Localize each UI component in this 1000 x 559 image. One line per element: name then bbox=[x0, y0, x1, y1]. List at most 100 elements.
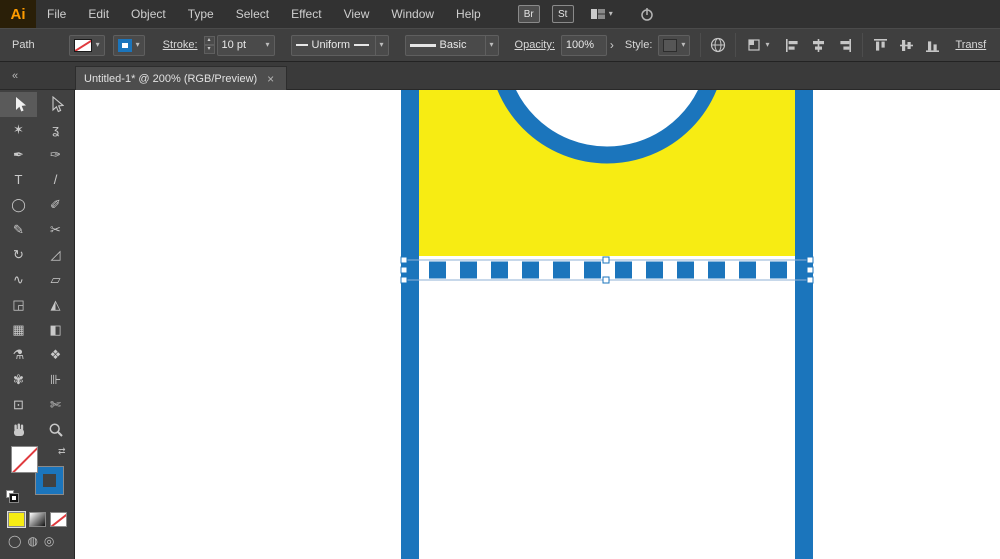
chevron-down-icon: ▾ bbox=[380, 41, 384, 49]
style-swatch bbox=[663, 39, 677, 52]
brush-stroke-icon bbox=[410, 44, 436, 47]
align-horizontal-right-button[interactable] bbox=[836, 37, 853, 54]
swap-fill-stroke-icon[interactable]: ⇄ bbox=[58, 446, 66, 457]
handle-top-center[interactable] bbox=[603, 257, 609, 263]
selection-type-label: Path bbox=[12, 39, 35, 51]
color-button[interactable] bbox=[8, 512, 25, 527]
align-vertical-top-button[interactable] bbox=[872, 37, 889, 54]
fill-proxy-swatch[interactable] bbox=[11, 446, 38, 473]
stroke-panel-link[interactable]: Stroke: bbox=[163, 39, 198, 51]
handle-bottom-center[interactable] bbox=[603, 277, 609, 283]
step-down-icon[interactable]: ▾ bbox=[204, 45, 215, 54]
align-horizontal-left-button[interactable] bbox=[784, 37, 801, 54]
collapse-panels-button[interactable]: « bbox=[4, 67, 26, 84]
bridge-button[interactable]: Br bbox=[518, 5, 540, 23]
scissors-tool[interactable]: ✂ bbox=[37, 217, 74, 242]
handle-mid-left[interactable] bbox=[401, 267, 407, 273]
right-blue-bar-shape[interactable] bbox=[795, 90, 813, 559]
menu-file[interactable]: File bbox=[36, 0, 77, 28]
object-options-select[interactable]: ▾ bbox=[742, 35, 774, 56]
stroke-weight-select[interactable]: 10 pt ▾ bbox=[217, 35, 275, 56]
opacity-input[interactable]: 100% bbox=[561, 35, 607, 56]
rotate-tool[interactable]: ↻ bbox=[0, 242, 37, 267]
handle-bottom-left[interactable] bbox=[401, 277, 407, 283]
graphic-style-select[interactable]: ▾ bbox=[658, 35, 690, 56]
pen-tool[interactable]: ✒ bbox=[0, 142, 37, 167]
stroke-weight-stepper[interactable]: ▴ ▾ bbox=[204, 36, 215, 54]
ellipse-tool[interactable]: ◯ bbox=[0, 192, 37, 217]
handle-mid-right[interactable] bbox=[807, 267, 813, 273]
artboard-tool[interactable]: ⊡ bbox=[0, 392, 37, 417]
perspective-grid-tool[interactable]: ◭ bbox=[37, 292, 74, 317]
selection-tool[interactable] bbox=[0, 92, 37, 117]
column-graph-tool[interactable]: ⊪ bbox=[37, 367, 74, 392]
handle-bottom-right[interactable] bbox=[807, 277, 813, 283]
brush-definition-select[interactable]: Basic ▾ bbox=[405, 35, 499, 56]
direct-selection-tool[interactable] bbox=[37, 92, 74, 117]
handle-top-right[interactable] bbox=[807, 257, 813, 263]
stroke-color-picker[interactable]: ▾ bbox=[113, 35, 145, 56]
none-button[interactable] bbox=[50, 512, 67, 527]
variable-width-profile-select[interactable]: Uniform ▾ bbox=[291, 35, 389, 56]
menu-effect[interactable]: Effect bbox=[280, 0, 332, 28]
chevron-down-icon: ▾ bbox=[490, 41, 494, 49]
close-icon[interactable]: × bbox=[267, 72, 274, 86]
chevron-down-icon: ▾ bbox=[96, 41, 100, 49]
align-vertical-center-button[interactable] bbox=[898, 37, 915, 54]
blend-tool[interactable]: ❖ bbox=[37, 342, 74, 367]
opacity-panel-link[interactable]: Opacity: bbox=[515, 39, 555, 51]
menu-select[interactable]: Select bbox=[225, 0, 280, 28]
draw-inside-icon[interactable]: ◎ bbox=[44, 535, 54, 547]
menu-window[interactable]: Window bbox=[380, 0, 445, 28]
fill-stroke-control: ⇄ bbox=[0, 442, 74, 508]
free-transform-tool[interactable]: ▱ bbox=[37, 267, 74, 292]
slice-tool[interactable]: ✄ bbox=[37, 392, 74, 417]
type-tool[interactable]: T bbox=[0, 167, 37, 192]
left-blue-bar-shape[interactable] bbox=[401, 90, 419, 559]
stock-button[interactable]: St bbox=[552, 5, 574, 23]
pencil-tool[interactable]: ✎ bbox=[0, 217, 37, 242]
width-tool[interactable]: ∿ bbox=[0, 267, 37, 292]
step-up-icon[interactable]: ▴ bbox=[204, 36, 215, 45]
tool-grid: ✶ ʓ ✒ ✑ T / ◯ ✐ ✎ ✂ ↻ ◿ ∿ ▱ ◲ ◭ ▦ ◧ ⚗ ❖ … bbox=[0, 90, 74, 442]
menu-view[interactable]: View bbox=[333, 0, 381, 28]
eyedropper-tool[interactable]: ⚗ bbox=[0, 342, 37, 367]
recolor-artwork-icon[interactable] bbox=[709, 36, 727, 54]
illustrator-logo[interactable]: Ai bbox=[0, 0, 36, 28]
symbol-sprayer-tool[interactable]: ✾ bbox=[0, 367, 37, 392]
hand-tool[interactable] bbox=[0, 417, 37, 442]
draw-normal-icon[interactable]: ◯ bbox=[8, 535, 21, 547]
stroke-proxy-swatch[interactable] bbox=[36, 467, 63, 494]
zoom-tool[interactable] bbox=[37, 417, 74, 442]
line-segment-tool[interactable]: / bbox=[37, 167, 74, 192]
mesh-tool[interactable]: ▦ bbox=[0, 317, 37, 342]
curvature-tool[interactable]: ✑ bbox=[37, 142, 74, 167]
paintbrush-tool[interactable]: ✐ bbox=[37, 192, 74, 217]
draw-behind-icon[interactable]: ◍ bbox=[27, 535, 37, 547]
menu-type[interactable]: Type bbox=[177, 0, 225, 28]
document-tab[interactable]: Untitled-1* @ 200% (RGB/Preview) × bbox=[75, 66, 287, 90]
menu-edit[interactable]: Edit bbox=[77, 0, 120, 28]
drawing-mode-buttons: ◯ ◍ ◎ bbox=[0, 527, 74, 547]
magic-wand-tool[interactable]: ✶ bbox=[0, 117, 37, 142]
menu-object[interactable]: Object bbox=[120, 0, 177, 28]
align-horizontal-center-button[interactable] bbox=[810, 37, 827, 54]
document-tab-bar: « Untitled-1* @ 200% (RGB/Preview) × bbox=[0, 62, 1000, 90]
lasso-tool[interactable]: ʓ bbox=[37, 117, 74, 142]
menu-help[interactable]: Help bbox=[445, 0, 492, 28]
fill-color-picker[interactable]: ▾ bbox=[69, 35, 105, 56]
style-label: Style: bbox=[625, 39, 653, 51]
opacity-flyout-icon[interactable]: › bbox=[607, 38, 617, 52]
transform-panel-link[interactable]: Transf bbox=[955, 39, 986, 51]
gradient-button[interactable] bbox=[29, 512, 46, 527]
canvas[interactable] bbox=[75, 90, 1000, 559]
handle-top-left[interactable] bbox=[401, 257, 407, 263]
shape-builder-tool[interactable]: ◲ bbox=[0, 292, 37, 317]
scale-tool[interactable]: ◿ bbox=[37, 242, 74, 267]
default-fill-stroke-icon[interactable] bbox=[6, 490, 18, 502]
align-vertical-bottom-button[interactable] bbox=[924, 37, 941, 54]
gradient-tool[interactable]: ◧ bbox=[37, 317, 74, 342]
control-bar: Path ▾ ▾ Stroke: ▴ ▾ 10 pt ▾ Uniform ▾ B bbox=[0, 28, 1000, 62]
workspace-switcher[interactable]: ▾ bbox=[590, 7, 613, 21]
touch-workspace-button[interactable] bbox=[639, 6, 655, 22]
